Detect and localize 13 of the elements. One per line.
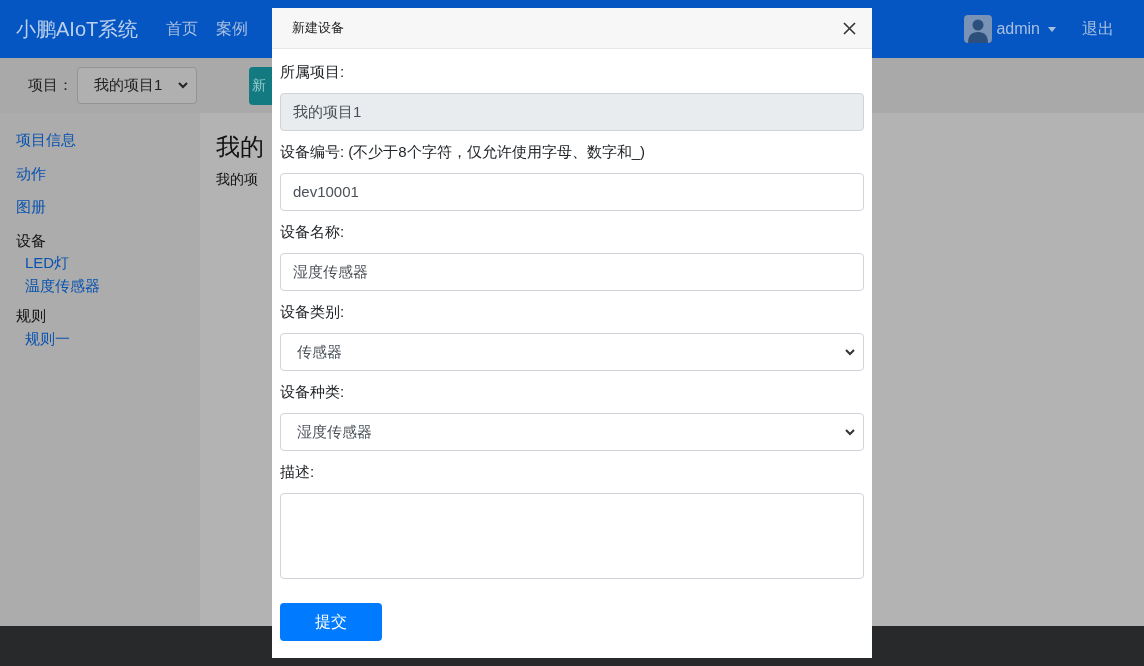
page-description: 我的项 (216, 170, 258, 189)
sidebar-heading: 设备 (16, 230, 46, 251)
field-label: 描述: (280, 462, 315, 482)
field-label: 所属项目: (280, 62, 345, 82)
sidebar-heading: 规则 (16, 306, 46, 326)
field-label: 设备名称: (280, 222, 345, 242)
field-label: 设备种类: (280, 382, 345, 402)
project-label: 项目： (28, 75, 73, 96)
field-label: 设备编号: (不少于8个字符，仅允许使用字母、数字和_) (280, 142, 645, 162)
page-heading: 我的 (216, 132, 264, 162)
modal-title: 新建设备 (292, 19, 344, 38)
readonly-field: 我的项目1 (280, 93, 864, 131)
field-label: 设备类别: (280, 302, 345, 322)
